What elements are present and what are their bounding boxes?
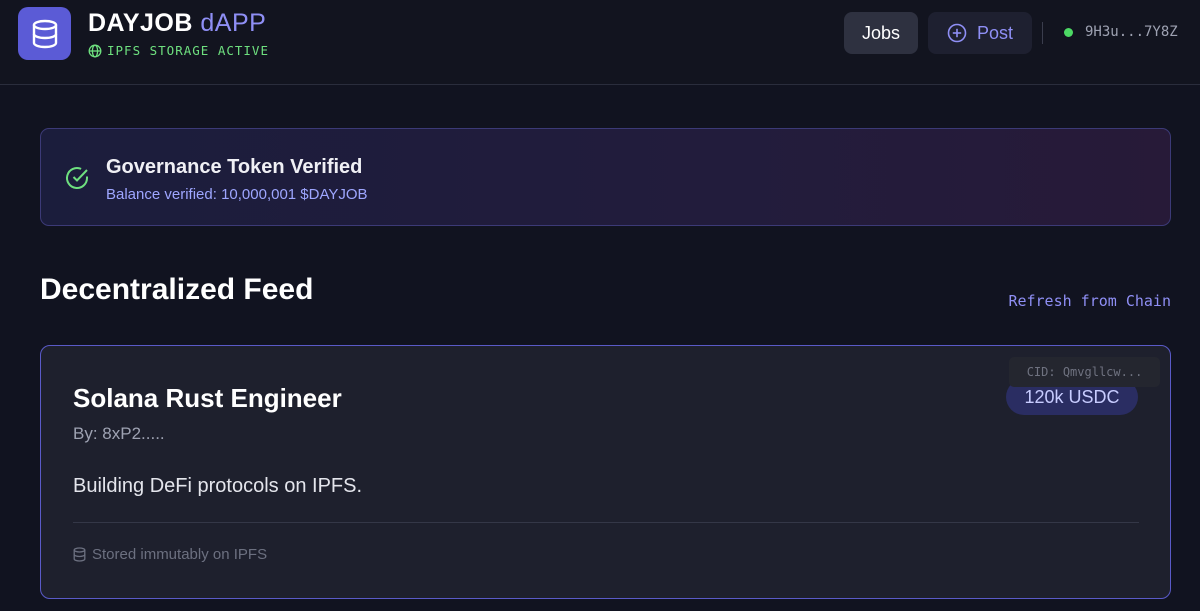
job-description: Building DeFi protocols on IPFS. <box>73 475 363 497</box>
app-logo[interactable] <box>18 7 71 60</box>
banner-title: Governance Token Verified <box>106 156 363 178</box>
feed-title: Decentralized Feed <box>40 273 314 306</box>
nav-post-label: Post <box>976 22 1014 43</box>
database-icon <box>32 19 57 48</box>
app-name: DAYJOB <box>88 9 193 37</box>
check-circle-icon <box>66 167 88 190</box>
plus-circle-icon <box>947 23 967 43</box>
storage-status: IPFS STORAGE ACTIVE <box>88 43 269 58</box>
connection-status-dot <box>1064 27 1073 37</box>
storage-status-label: IPFS STORAGE ACTIVE <box>107 43 269 58</box>
globe-icon <box>88 44 102 57</box>
verification-banner: Governance Token Verified Balance verifi… <box>40 128 1171 226</box>
cid-tooltip: CID: Qmvgllcw... <box>1009 357 1160 387</box>
storage-note: Stored immutably on IPFS <box>73 546 267 563</box>
card-divider <box>73 522 1139 523</box>
wallet-address: 9H3u...7Y8Z <box>1085 24 1178 40</box>
app-suffix: dAPP <box>200 9 267 37</box>
app-title: DAYJOB dAPP <box>88 9 266 38</box>
job-author: By: 8xP2..... <box>73 424 165 443</box>
job-title: Solana Rust Engineer <box>73 383 342 413</box>
app-root: DAYJOB dAPP IPFS STORAGE ACTIVE Jobs Pos… <box>0 0 1200 611</box>
banner-subtitle: Balance verified: 10,000,001 $DAYJOB <box>106 186 368 203</box>
job-card[interactable]: Solana Rust Engineer By: 8xP2..... 120k … <box>40 345 1171 599</box>
top-header: DAYJOB dAPP IPFS STORAGE ACTIVE Jobs Pos… <box>0 0 1200 85</box>
refresh-from-chain-link[interactable]: Refresh from Chain <box>1008 292 1171 310</box>
header-divider <box>1042 22 1043 44</box>
storage-note-label: Stored immutably on IPFS <box>92 546 268 563</box>
wallet-indicator[interactable]: 9H3u...7Y8Z <box>1064 24 1178 40</box>
nav-post-button[interactable]: Post <box>928 12 1032 54</box>
nav-jobs-button[interactable]: Jobs <box>844 12 918 54</box>
nav-jobs-label: Jobs <box>861 22 901 43</box>
database-icon <box>73 547 86 562</box>
